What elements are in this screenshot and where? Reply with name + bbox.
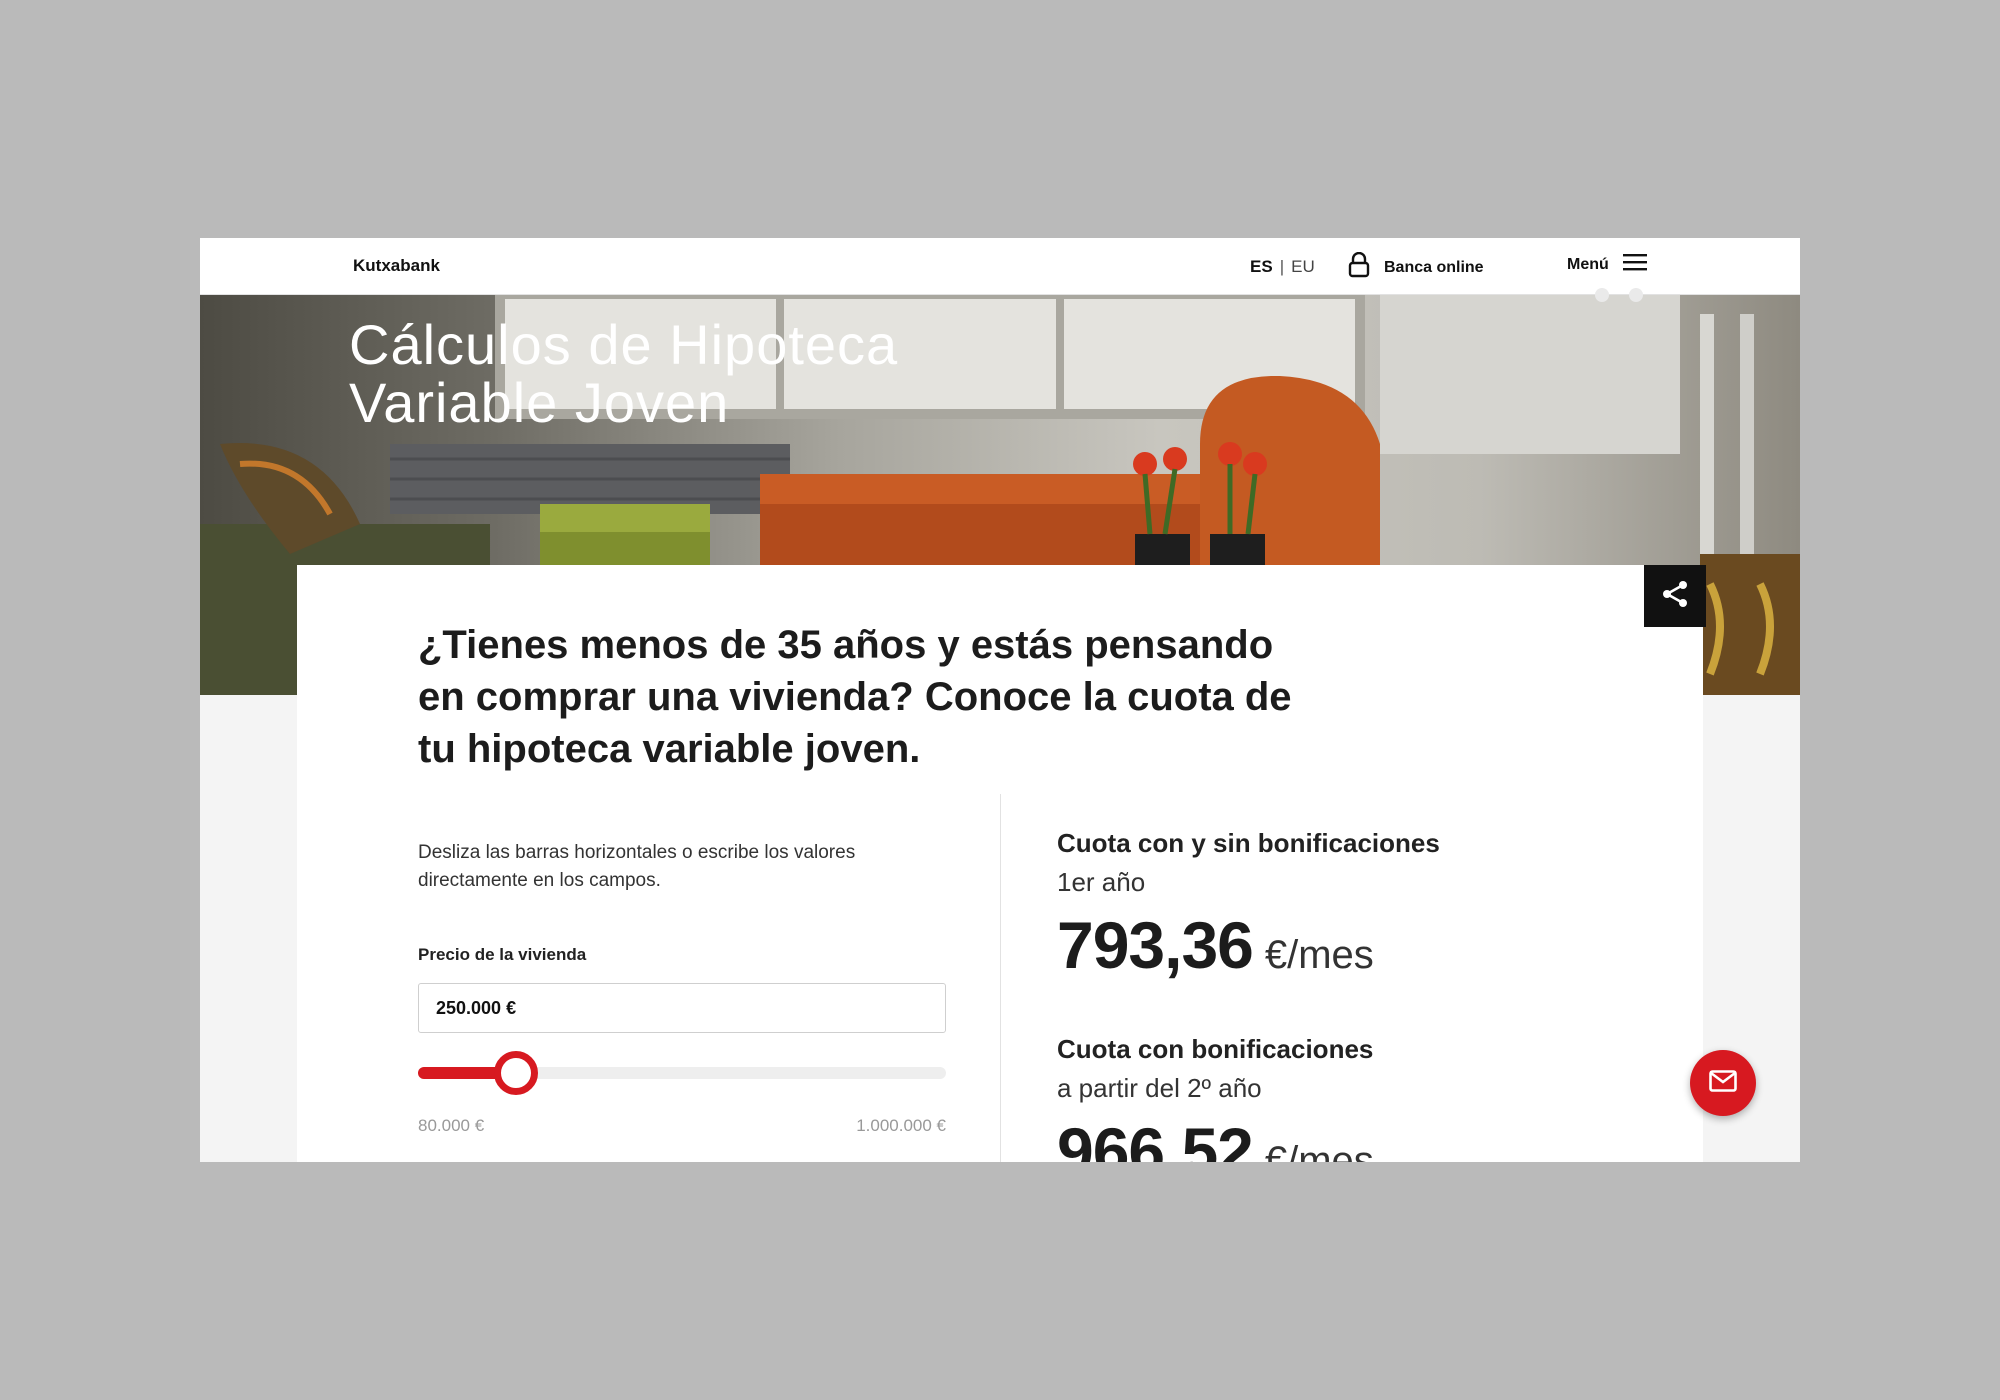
calculator-card: ¿Tienes menos de 35 años y estás pensand… [297, 565, 1703, 1162]
share-button[interactable] [1644, 565, 1706, 627]
price-field-label: Precio de la vivienda [418, 945, 587, 964]
hamburger-menu-icon [1622, 252, 1647, 277]
price-min-label: 80.000 € [418, 1116, 485, 1135]
price-max-label: 1.000.000 € [856, 1116, 946, 1135]
result-2-amount-value: 966,52 [1057, 1114, 1254, 1162]
result-2-amount: 966,52 €/mes [1057, 1113, 1374, 1162]
language-switcher: ES | EU [1250, 257, 1315, 277]
price-slider-handle[interactable] [494, 1051, 538, 1095]
top-navigation-bar: Kutxabank ES | EU Banca online Menú [200, 238, 1800, 295]
online-banking-link[interactable]: Banca online [1348, 251, 1484, 283]
carousel-dot[interactable] [1595, 288, 1609, 302]
result-1-amount-value: 793,36 [1057, 908, 1254, 982]
browser-viewport: Kutxabank ES | EU Banca online Menú Cálc… [200, 238, 1800, 1162]
lang-eu-link[interactable]: EU [1291, 257, 1315, 276]
menu-label: Menú [1567, 255, 1609, 273]
result-1-subtitle: 1er año [1057, 867, 1146, 897]
price-slider[interactable] [418, 1049, 946, 1097]
result-1-amount: 793,36 €/mes [1057, 907, 1374, 983]
contact-mail-button[interactable] [1690, 1050, 1756, 1116]
calculator-question-heading: ¿Tienes menos de 35 años y estás pensand… [418, 623, 1292, 771]
lock-icon [1348, 251, 1370, 283]
column-divider [1000, 794, 1001, 1162]
calculator-instructions: Desliza las barras horizontales o escrib… [418, 842, 856, 891]
result-2-subtitle: a partir del 2º año [1057, 1073, 1262, 1103]
carousel-dots [1595, 288, 1663, 307]
hero-title: Cálculos de Hipoteca Variable Joven [349, 316, 898, 432]
result-1-amount-unit: €/mes [1264, 933, 1374, 977]
price-input[interactable]: 250.000 € [418, 983, 946, 1033]
hero-title-line-1: Cálculos de Hipoteca [349, 313, 899, 376]
carousel-dot[interactable] [1629, 288, 1643, 302]
result-2-title: Cuota con bonificaciones [1057, 1034, 1374, 1064]
online-banking-label: Banca online [1384, 258, 1484, 276]
mail-icon [1709, 1069, 1737, 1097]
share-icon [1660, 579, 1690, 614]
result-2-amount-unit: €/mes [1264, 1139, 1374, 1162]
hero-title-line-2: Variable Joven [349, 371, 730, 434]
result-1-title: Cuota con y sin bonificaciones [1057, 828, 1440, 858]
brand-logo[interactable]: Kutxabank [353, 256, 440, 276]
menu-button[interactable]: Menú [1567, 252, 1647, 277]
lang-es-link[interactable]: ES [1250, 257, 1273, 276]
lang-separator: | [1279, 257, 1285, 276]
